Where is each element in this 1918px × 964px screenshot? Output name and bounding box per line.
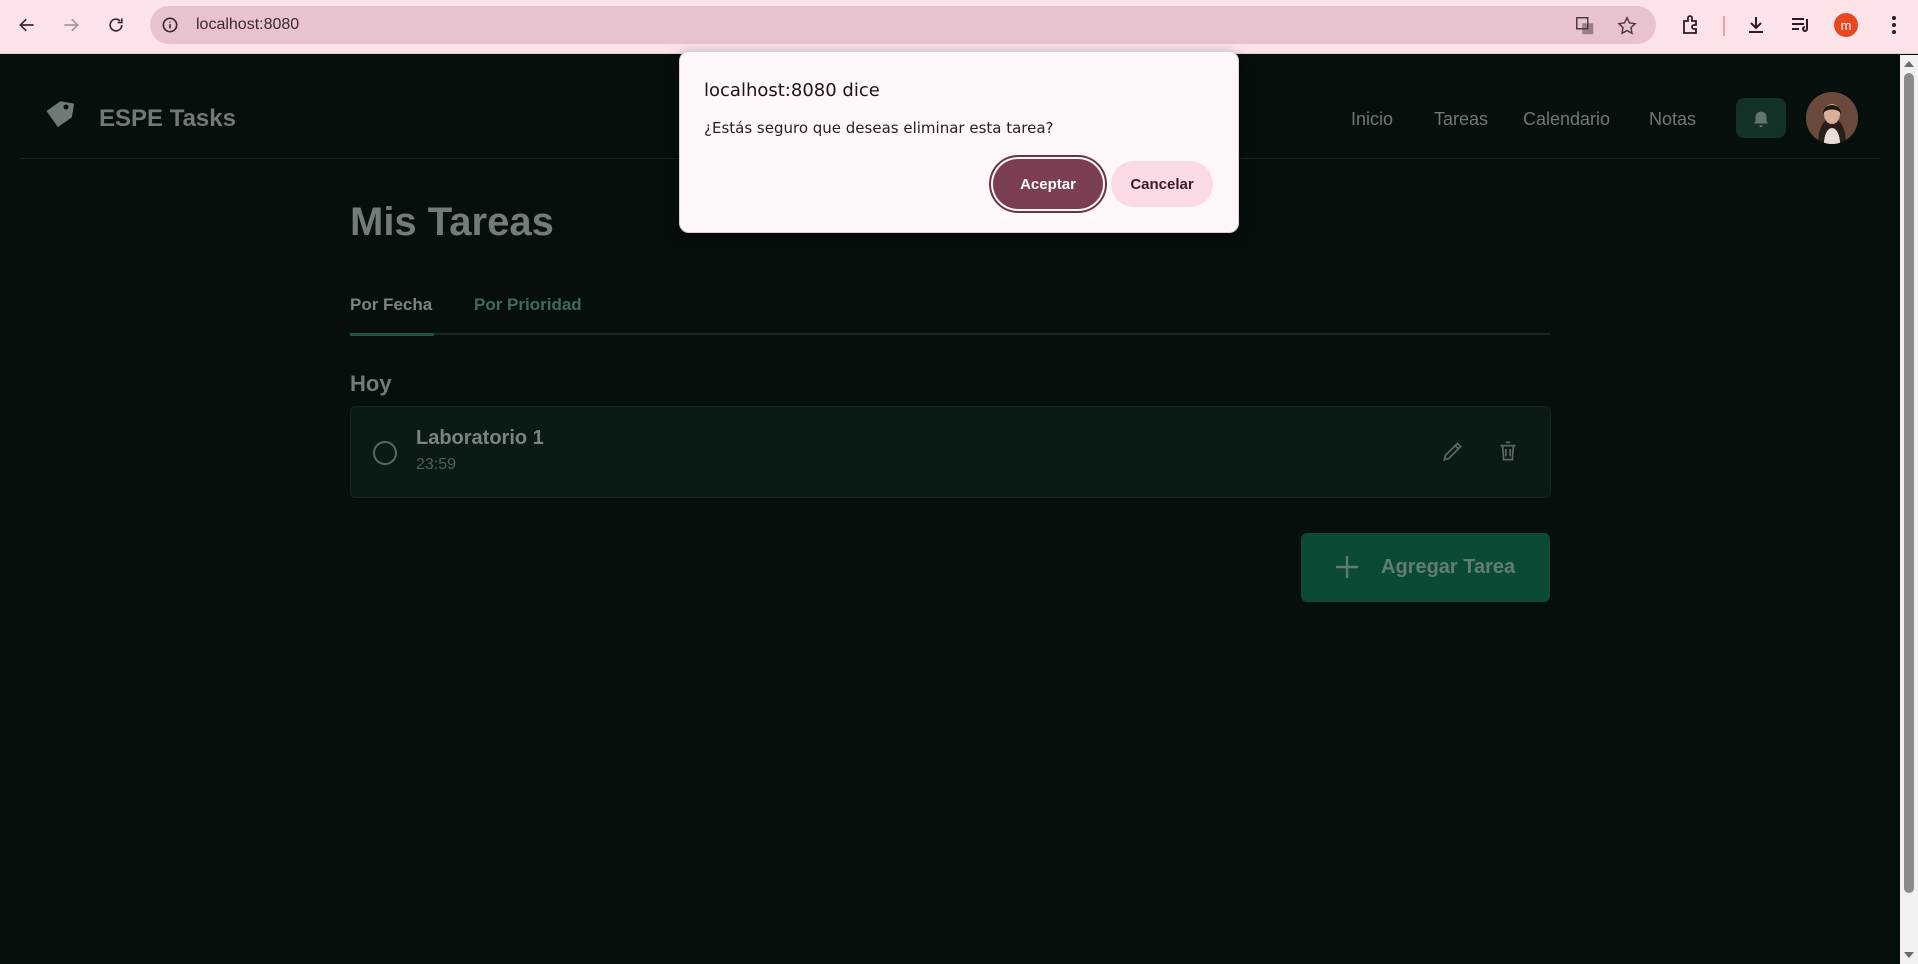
task-card: Laboratorio 1 23:59 bbox=[350, 406, 1551, 498]
plus-icon bbox=[1336, 556, 1358, 578]
delete-trash-icon[interactable] bbox=[1495, 438, 1521, 464]
bell-icon bbox=[1753, 111, 1769, 128]
confirm-dialog: localhost:8080 dice ¿Estás seguro que de… bbox=[679, 51, 1239, 233]
task-tabs: Por Fecha Por Prioridad bbox=[350, 283, 1550, 336]
nav-inicio[interactable]: Inicio bbox=[1351, 109, 1393, 130]
arrow-left-icon bbox=[19, 18, 34, 32]
arrow-right-icon bbox=[64, 18, 79, 32]
browser-toolbar: localhost:8080 m bbox=[0, 0, 1918, 54]
edit-pencil-icon[interactable] bbox=[1440, 438, 1466, 464]
forward-button[interactable] bbox=[56, 10, 86, 40]
dialog-message: ¿Estás seguro que deseas eliminar esta t… bbox=[704, 119, 1054, 137]
task-complete-checkbox[interactable] bbox=[373, 441, 397, 465]
tag-logo-icon bbox=[46, 101, 75, 128]
translate-icon[interactable] bbox=[1574, 15, 1596, 37]
add-task-button[interactable]: Agregar Tarea bbox=[1301, 533, 1550, 602]
media-queue-icon[interactable] bbox=[1789, 13, 1813, 37]
reload-button[interactable] bbox=[101, 10, 131, 40]
scrollbar-thumb[interactable] bbox=[1904, 73, 1914, 893]
user-photo bbox=[1806, 92, 1858, 144]
scroll-down-arrow[interactable] bbox=[1904, 952, 1914, 958]
add-task-label: Agregar Tarea bbox=[1381, 556, 1516, 578]
nav-notas[interactable]: Notas bbox=[1649, 109, 1696, 130]
nav-tareas[interactable]: Tareas bbox=[1434, 109, 1488, 130]
profile-avatar[interactable]: m bbox=[1834, 13, 1858, 37]
toolbar-divider bbox=[1723, 16, 1725, 36]
back-button[interactable] bbox=[12, 10, 42, 40]
user-avatar[interactable] bbox=[1806, 92, 1858, 144]
brand-name: ESPE Tasks bbox=[99, 105, 236, 132]
address-url[interactable]: localhost:8080 bbox=[196, 16, 299, 34]
cancel-button[interactable]: Cancelar bbox=[1111, 161, 1213, 207]
address-bar[interactable]: localhost:8080 bbox=[150, 6, 1656, 44]
nav-calendario[interactable]: Calendario bbox=[1523, 109, 1610, 130]
section-title-hoy: Hoy bbox=[350, 371, 392, 396]
scroll-up-arrow[interactable] bbox=[1904, 61, 1914, 67]
info-icon[interactable] bbox=[160, 15, 180, 35]
reload-icon bbox=[109, 18, 123, 32]
page-title: Mis Tareas bbox=[350, 200, 554, 244]
download-icon[interactable] bbox=[1744, 13, 1768, 37]
task-time: 23:59 bbox=[416, 456, 457, 473]
menu-dots-icon[interactable] bbox=[1882, 13, 1906, 37]
notifications-button[interactable] bbox=[1736, 98, 1786, 138]
tab-por-prioridad[interactable]: Por Prioridad bbox=[474, 295, 582, 315]
page-scrollbar[interactable] bbox=[1900, 55, 1918, 964]
task-title: Laboratorio 1 bbox=[416, 427, 544, 449]
extensions-icon[interactable] bbox=[1679, 13, 1703, 37]
tab-por-fecha[interactable]: Por Fecha bbox=[350, 295, 435, 336]
accept-button[interactable]: Aceptar bbox=[993, 159, 1103, 209]
dialog-title: localhost:8080 dice bbox=[704, 80, 880, 101]
star-icon[interactable] bbox=[1616, 15, 1638, 37]
